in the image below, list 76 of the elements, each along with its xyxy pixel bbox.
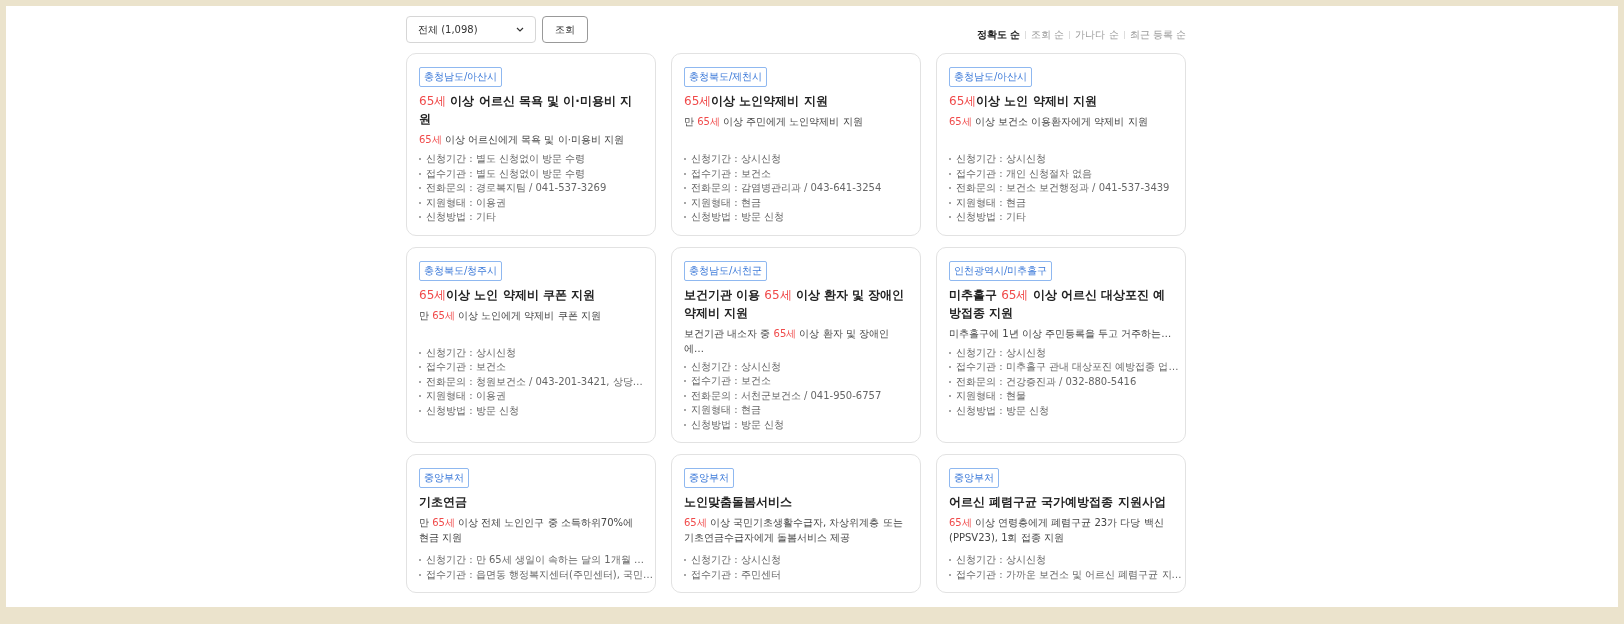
card-title: 미추홀구 65세 이상 어르신 대상포진 예방접종 지원 [949,286,1167,322]
detail-text: 신청방법 : 방문 신청 [426,403,519,418]
detail-text: 접수기관 : 보건소 [691,374,771,388]
card-description: 보건기관 내소자 중 65세 이상 환자 및 장애인에… [684,326,890,356]
card-title: 65세이상 노인 약제비 쿠폰 지원 [419,286,596,304]
detail-text: 지원형태 : 이용권 [426,389,506,403]
card-description: 65세 이상 연령층에게 폐렴구균 23가 다당 백신 (PPSV23), 1회 접종 지원 [949,516,1165,545]
sort-option[interactable]: 정확도 순 [976,28,1021,42]
benefit-card[interactable]: 충청남도/아산시 65세 이상 어르신 목욕 및 이·미용비 지원 65세 이상 어르신에게 목욕 및 이·미용비 지원 신청기간 : 별도 신청없이 방문 수령 접수기관 : 별도 신청없이 방문 수령 전화문의 : 경로복지팀 / 041-537-3269 지원형태 : 이용권 신청방법 : 기타 [406,53,656,236]
benefit-card[interactable]: 충청북도/청주시 65세이상 노인 약제비 쿠폰 지원 만 65세 이상 노인에게 약제비 쿠폰 지원 신청기간 : 상시신청 접수기관 : 보건소 전화문의 : 청원보건소 / 043-201-3421, 상당… 지원형태 : 이용권 신청방법 : 방문 신청 [406,246,656,443]
detail-text: 접수기관 : 개인 신청절차 없음 [956,166,1093,181]
detail-text: 접수기관 : 미추홀구 관내 대상포진 예방접종 업… [956,360,1179,374]
card-description: 65세 이상 보건소 이용환자에게 약제비 지원 [949,115,1149,129]
detail-text: 신청방법 : 기타 [956,210,1026,224]
detail-text: 전화문의 : 청원보건소 / 043-201-3421, 상당… [426,374,643,389]
card-description: 65세 이상 국민기초생활수급자, 차상위계층 또는 기초연금수급자에게 돌봄서비스 제공 [684,516,904,545]
card-title: 65세이상 노인약제비 지원 [684,93,829,110]
detail-text: 전화문의 : 감염병관리과 / 043-641-3254 [691,181,882,195]
region-tag: 충청북도/청주시 [419,260,503,281]
detail-text: 신청방법 : 기타 [426,210,496,224]
detail-text: 전화문의 : 보건소 보건행정과 / 041-537-3439 [956,181,1170,195]
card-title: 65세이상 노인 약제비 지원 [949,93,1098,110]
region-tag: 충청북도/제천시 [684,67,768,87]
benefit-card[interactable]: 충청북도/제천시 65세이상 노인약제비 지원 만 65세 이상 주민에게 노인약제비 지원 신청기간 : 상시신청 접수기관 : 보건소 전화문의 : 감염병관리과 / 043-641-3254 지원형태 : 현금 신청방법 : 방문 신청 [671,53,921,236]
detail-text: 신청기간 : 상시신청 [691,553,781,567]
card-title: 어르신 폐렴구균 국가예방접종 지원사업 [949,494,1167,511]
region-tag: 중앙부처 [419,468,469,488]
detail-text: 신청기간 : 상시신청 [691,359,781,374]
chevron-down-icon [516,27,524,32]
detail-text: 접수기관 : 보건소 [691,166,771,181]
detail-text: 신청방법 : 방문 신청 [956,403,1049,418]
detail-text: 신청기간 : 상시신청 [956,553,1046,567]
region-tag: 충청남도/서천군 [684,260,768,281]
detail-text: 접수기관 : 보건소 [426,360,506,374]
detail-text: 신청방법 : 방문 신청 [691,417,784,432]
region-tag: 충청남도/아산시 [949,67,1033,87]
detail-text: 접수기관 : 별도 신청없이 방문 수령 [426,166,586,181]
detail-text: 신청기간 : 상시신청 [956,345,1046,360]
filter-dropdown[interactable]: 전체 (1,098) [406,16,536,43]
detail-text: 전화문의 : 서천군보건소 / 041-950-6757 [691,388,882,403]
detail-text: 전화문의 : 경로복지팀 / 041-537-3269 [426,181,607,195]
detail-text: 접수기관 : 가까운 보건소 및 어르신 폐렴구균 지… [956,567,1182,582]
detail-text: 지원형태 : 현금 [691,403,761,417]
detail-text: 신청기간 : 상시신청 [956,152,1046,166]
card-title: 기초연금 [419,494,468,511]
card-description: 미추홀구에 1년 이상 주민등록을 두고 거주하는… [949,326,1173,341]
card-title: 노인맞춤돌봄서비스 [684,494,793,511]
detail-text: 접수기관 : 읍면동 행정복지센터(주민센터), 국민… [426,567,654,582]
benefit-card[interactable]: 중앙부처 노인맞춤돌봄서비스 65세 이상 국민기초생활수급자, 차상위계층 또는 기초연금수급자에게 돌봄서비스 제공 신청기간 : 상시신청 접수기관 : 주민센터 [671,454,921,593]
detail-text: 신청기간 : 별도 신청없이 방문 수령 [426,152,586,166]
detail-text: 지원형태 : 현물 [956,389,1026,403]
detail-text: 신청기간 : 상시신청 [426,345,516,360]
card-description: 65세 이상 어르신에게 목욕 및 이·미용비 지원 [419,133,625,147]
benefit-card[interactable]: 중앙부처 기초연금 만 65세 이상 전체 노인인구 중 소득하위70%에 현금 지원 신청기간 : 만 65세 생일이 속하는 달의 1개월 … 접수기관 : 읍면동 행정복지센터(주민센터), 국민… [406,454,656,593]
search-button[interactable]: 조회 [542,16,588,43]
card-title: 65세 이상 어르신 목욕 및 이·미용비 지원 [419,93,633,128]
benefit-card[interactable]: 중앙부처 어르신 폐렴구균 국가예방접종 지원사업 65세 이상 연령층에게 폐렴구균 23가 다당 백신 (PPSV23), 1회 접종 지원 신청기간 : 상시신청 접수기관 : 가까운 보건소 및 어르신 폐렴구균 지… [936,454,1186,593]
detail-text: 신청기간 : 상시신청 [691,152,781,166]
detail-text: 접수기관 : 주민센터 [691,567,781,582]
benefit-card[interactable]: 인천광역시/미추홀구 미추홀구 65세 이상 어르신 대상포진 예방접종 지원 미추홀구에 1년 이상 주민등록을 두고 거주하는… 신청기간 : 상시신청 접수기관 : 미추홀구 관내 대상포진 예방접종 업… 전화문의 : 건강증진과 / 032-880-5416 지원형태 : 현물 신청방법 : 방문 신청 [936,246,1186,443]
detail-text: 지원형태 : 현금 [691,195,761,210]
detail-text: 지원형태 : 이용권 [426,195,506,210]
detail-text: 전화문의 : 건강증진과 / 032-880-5416 [956,374,1137,389]
benefit-card[interactable]: 충청남도/서천군 보건기관 이용 65세 이상 환자 및 장애인 약제비 지원 보건기관 내소자 중 65세 이상 환자 및 장애인에… 신청기간 : 상시신청 접수기관 : 보건소 전화문의 : 서천군보건소 / 041-950-6757 지원형태 : 현금 신청방법 : 방문 신청 [671,246,921,443]
benefit-card[interactable]: 충청남도/아산시 65세이상 노인 약제비 지원 65세 이상 보건소 이용환자에게 약제비 지원 신청기간 : 상시신청 접수기관 : 개인 신청절차 없음 전화문의 : 보건소 보건행정과 / 041-537-3439 지원형태 : 현금 신청방법 : 기타 [936,53,1186,236]
region-tag: 인천광역시/미추홀구 [949,260,1053,281]
detail-text: 신청방법 : 방문 신청 [691,210,784,224]
region-tag: 충청남도/아산시 [419,67,503,87]
card-description: 만 65세 이상 전체 노인인구 중 소득하위70%에 현금 지원 [419,516,635,545]
card-description: 만 65세 이상 노인에게 약제비 쿠폰 지원 [419,308,602,323]
region-tag: 중앙부처 [949,468,999,488]
detail-text: 지원형태 : 현금 [956,195,1026,210]
card-title: 보건기관 이용 65세 이상 환자 및 장애인 약제비 지원 [684,286,906,322]
card-description: 만 65세 이상 주민에게 노인약제비 지원 [684,115,864,129]
detail-text: 신청기간 : 만 65세 생일이 속하는 달의 1개월 … [426,553,644,567]
region-tag: 중앙부처 [684,468,734,488]
